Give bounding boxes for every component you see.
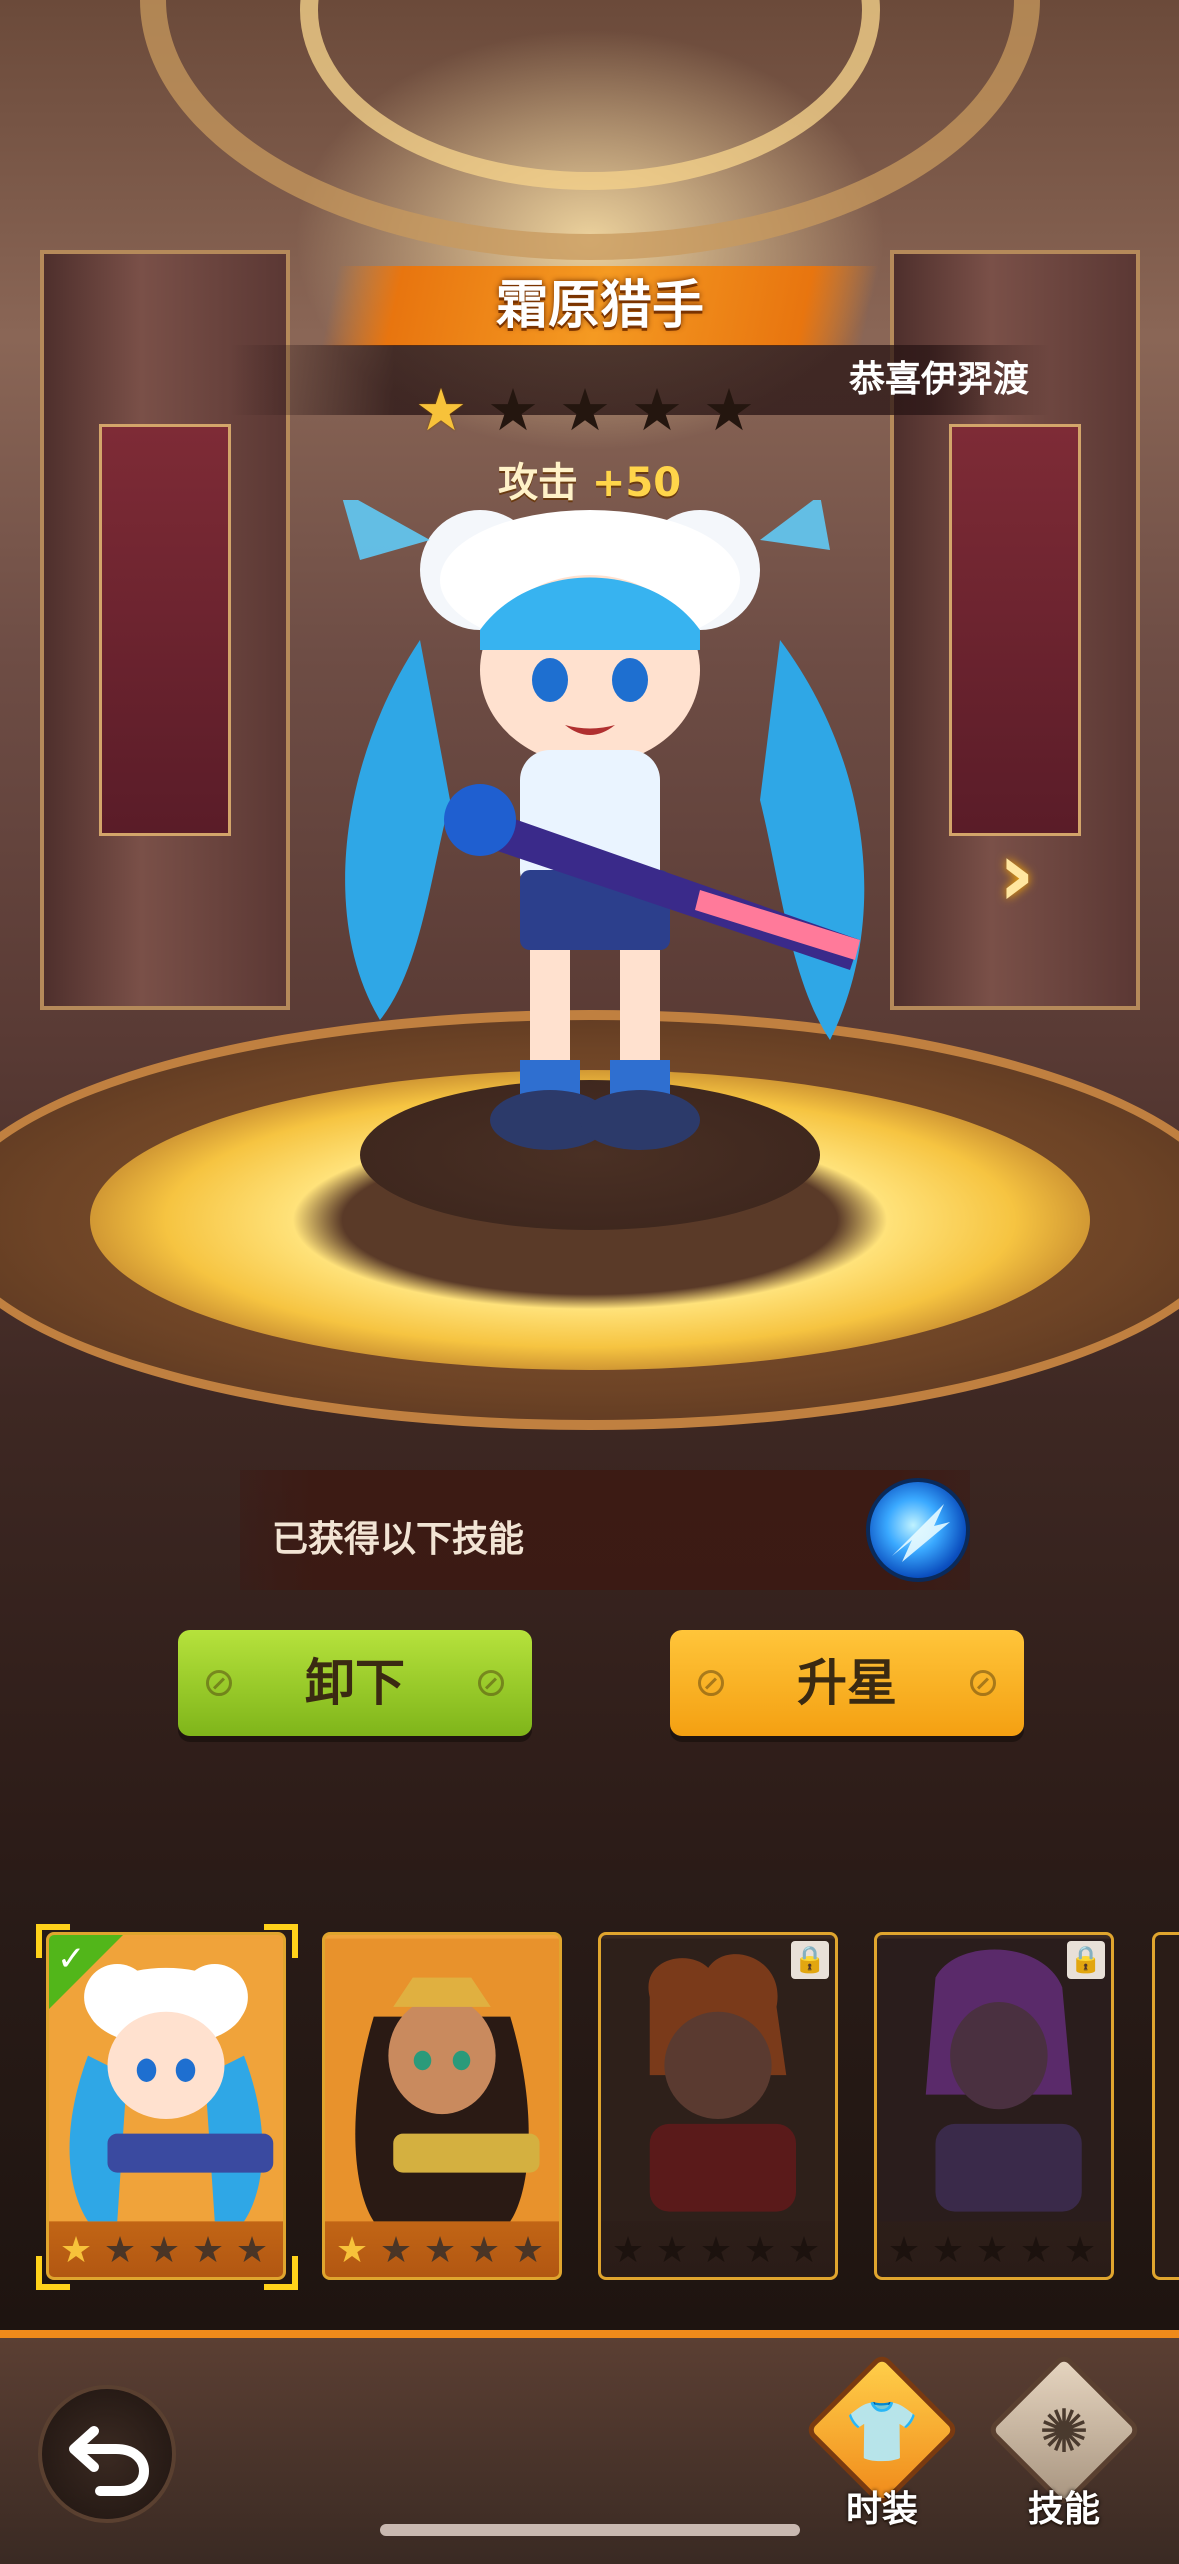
- star-empty-icon: ★: [931, 2230, 965, 2271]
- outfit-icon: 👕: [844, 2397, 920, 2467]
- tab-skills-label: 技能: [1027, 2489, 1100, 2530]
- card-star-rating: ★ ★ ★ ★ ★: [331, 2231, 549, 2271]
- unequip-label: 卸下: [305, 1654, 405, 1712]
- hero-star-rating: ★ ★ ★ ★ ★: [408, 380, 762, 440]
- tab-costume-label: 时装: [845, 2489, 918, 2530]
- star-empty-icon: ★: [787, 2230, 821, 2271]
- star-empty-icon: ★: [487, 376, 539, 444]
- card-star-rating: ★ ★ ★ ★ ★: [883, 2231, 1101, 2271]
- star-empty-icon: ★: [379, 2230, 413, 2271]
- star-empty-icon: ★: [511, 2230, 545, 2271]
- desert-hunter-portrait: [325, 1938, 559, 2222]
- unequip-button[interactable]: 卸下: [178, 1630, 532, 1736]
- star-empty-icon: ★: [699, 2230, 733, 2271]
- star-empty-icon: ★: [423, 2230, 457, 2271]
- attack-label: 攻击: [497, 460, 578, 506]
- next-hero-arrow-icon[interactable]: ›: [998, 830, 1048, 920]
- tab-skills[interactable]: ✺ 技能: [984, 2359, 1144, 2540]
- upgrade-label: 升星: [797, 1654, 897, 1712]
- hero-card-next-peek[interactable]: [1152, 1932, 1179, 2280]
- hero-card-desert-hunter[interactable]: ★ ★ ★ ★ ★: [322, 1932, 562, 2280]
- skill-swirl-icon: ✺: [1038, 2397, 1090, 2467]
- hero-subtitle: 恭喜伊羿渡: [848, 359, 1029, 400]
- star-filled-icon: ★: [415, 376, 467, 444]
- lock-icon: 🔒: [1067, 1941, 1105, 1979]
- hero-character-frost-hunter: [342, 500, 865, 1150]
- star-empty-icon: ★: [703, 376, 755, 444]
- star-empty-icon: ★: [975, 2230, 1009, 2271]
- upgrade-star-button[interactable]: 升星: [670, 1630, 1024, 1736]
- skills-obtained-label: 已获得以下技能: [272, 1519, 525, 1560]
- home-indicator: [380, 2524, 800, 2536]
- button-deco-right: [478, 1670, 504, 1696]
- button-deco-left: [698, 1670, 724, 1696]
- tab-costume[interactable]: 👕 时装: [802, 2359, 962, 2540]
- hero-name: 霜原猎手: [495, 276, 704, 336]
- star-empty-icon: ★: [631, 376, 683, 444]
- selection-frame: [36, 1924, 298, 2290]
- star-empty-icon: ★: [1019, 2230, 1053, 2271]
- star-empty-icon: ★: [743, 2230, 777, 2271]
- hero-card-shadow-hunter[interactable]: 🔒 ★ ★ ★ ★ ★: [874, 1932, 1114, 2280]
- card-star-rating: ★ ★ ★ ★ ★: [607, 2231, 825, 2271]
- star-empty-icon: ★: [611, 2230, 645, 2271]
- hero-card-flame-hunter[interactable]: 🔒 ★ ★ ★ ★ ★: [598, 1932, 838, 2280]
- button-deco-right: [970, 1670, 996, 1696]
- ice-shard-skill-icon[interactable]: [866, 1478, 970, 1582]
- star-empty-icon: ★: [559, 376, 611, 444]
- lock-icon: 🔒: [791, 1941, 829, 1979]
- back-button[interactable]: [38, 2385, 176, 2523]
- attack-bonus: 攻击 +50: [0, 450, 1179, 508]
- star-empty-icon: ★: [887, 2230, 921, 2271]
- back-arrow-icon: [69, 2426, 150, 2496]
- star-empty-icon: ★: [655, 2230, 689, 2271]
- attack-value: +50: [591, 460, 682, 506]
- star-empty-icon: ★: [467, 2230, 501, 2271]
- star-filled-icon: ★: [335, 2230, 369, 2271]
- button-deco-left: [206, 1670, 232, 1696]
- star-empty-icon: ★: [1063, 2230, 1097, 2271]
